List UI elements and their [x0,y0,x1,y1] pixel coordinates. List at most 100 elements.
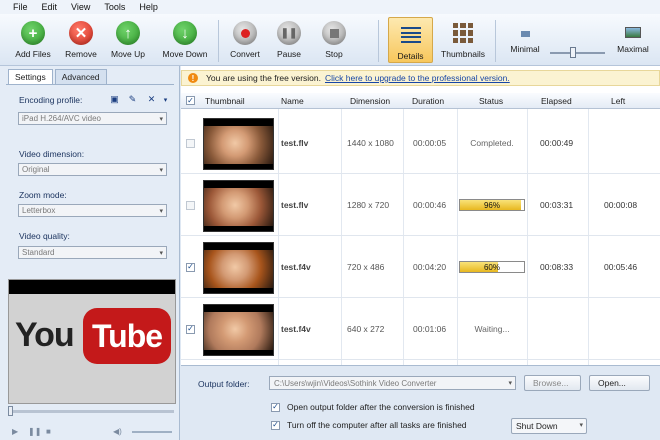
notice-text: You are using the free version. [206,73,321,83]
arrow-down-icon: ↓ [173,21,197,45]
col-name[interactable]: Name [281,96,304,106]
progress-text: 96% [483,200,500,210]
zoom-slider-thumb[interactable] [570,47,576,58]
menu-bar: File Edit View Tools Help [0,0,660,14]
chevron-down-icon: ▾ [159,250,163,257]
shutdown-checkbox[interactable]: ✓ [271,420,280,430]
list-icon [400,25,421,45]
row-duration: 00:01:06 [413,324,447,334]
save-icon[interactable]: ▣ [109,94,120,105]
chevron-down-icon: ▾ [508,380,512,387]
letterbox-bar [9,280,175,294]
upgrade-notice: ! You are using the free version. Click … [181,70,660,86]
video-thumbnail [203,304,274,356]
menu-help[interactable]: Help [139,2,158,12]
row-dimension: 640 x 272 [347,324,385,334]
pause-icon[interactable]: ❚❚ [28,427,41,436]
open-folder-checkbox[interactable]: ✓ [271,402,280,412]
col-status[interactable]: Status [479,96,503,106]
settings-tabs: Settings Advanced [8,69,107,84]
chevron-down-icon: ▾ [159,167,163,174]
shutdown-action-select[interactable]: Shut Down ▾ [511,418,587,434]
table-row[interactable]: ✓ test.f4v 720 x 486 00:04:20 60% 00:08:33 00:… [181,236,660,298]
row-checkbox[interactable] [186,112,195,174]
encoding-profile-select[interactable]: iPad H.264/AVC video ▾ [18,112,167,125]
toolbar-separator [495,20,496,62]
menu-tools[interactable]: Tools [104,2,125,12]
video-preview: You Tube [8,279,176,404]
pause-icon: ❚❚ [277,21,301,45]
move-down-button[interactable]: ↓ Move Down [159,16,211,59]
col-left[interactable]: Left [611,96,625,106]
edit-icon[interactable]: ✎ [127,94,138,105]
browse-button[interactable]: Browse... [524,375,581,391]
stop-icon [322,21,346,45]
seek-thumb[interactable] [8,406,13,416]
row-checkbox[interactable] [186,174,195,236]
chevron-down-icon: ▾ [159,208,163,215]
menu-view[interactable]: View [71,2,90,12]
col-thumbnail[interactable]: Thumbnail [205,96,245,106]
progress-text: 60% [483,262,500,272]
grid-icon [453,23,473,43]
zoom-slider-track[interactable] [550,52,605,54]
seek-bar[interactable] [8,410,174,413]
row-status: Waiting... [474,324,510,334]
convert-button[interactable]: Convert [225,16,265,59]
close-icon: ✕ [69,21,93,45]
small-screen-icon [520,31,530,37]
toolbar-separator [378,20,379,62]
volume-icon[interactable]: ◀) [113,427,122,436]
output-folder-select[interactable]: C:\Users\wjin\Videos\Sothink Video Conve… [269,376,516,390]
toolbar: + Add Files ✕ Remove ↑ Move Up ↓ Move Do… [0,14,660,66]
open-button[interactable]: Open... [589,375,650,391]
minimal-button[interactable]: Minimal [503,16,547,54]
row-checkbox[interactable]: ✓ [186,236,195,298]
menu-edit[interactable]: Edit [42,2,58,12]
play-icon[interactable]: ▶ [12,427,18,436]
row-elapsed: 00:03:31 [540,200,574,210]
remove-button[interactable]: ✕ Remove [61,16,101,59]
menu-file[interactable]: File [13,2,28,12]
maximal-button[interactable]: Maximal [612,16,654,54]
move-up-button[interactable]: ↑ Move Up [108,16,148,59]
video-dimension-select[interactable]: Original ▾ [18,163,167,176]
row-name: test.flv [281,200,309,210]
arrow-up-icon: ↑ [116,21,140,45]
details-view-button[interactable]: Details [388,17,433,63]
row-checkbox[interactable]: ✓ [186,298,195,360]
output-settings: Output folder: C:\Users\wjin\Videos\Soth… [181,365,660,440]
select-all-checkbox[interactable]: ✓ [186,96,195,105]
table-row[interactable]: test.flv 1440 x 1080 00:00:05 Completed. 00:… [181,112,660,174]
video-quality-select[interactable]: Standard ▾ [18,246,167,259]
col-duration[interactable]: Duration [412,96,444,106]
row-left: 00:05:46 [604,262,638,272]
pause-button[interactable]: ❚❚ Pause [270,16,308,59]
add-files-button[interactable]: + Add Files [13,16,53,59]
shutdown-option[interactable]: ✓ Turn off the computer after all tasks … [271,420,467,430]
chevron-down-icon[interactable]: ▾ [160,94,171,105]
row-duration: 00:00:05 [413,138,447,148]
volume-slider[interactable] [132,431,172,433]
zoom-mode-select[interactable]: Letterbox ▾ [18,204,167,217]
output-folder-label: Output folder: [198,379,250,389]
stop-button[interactable]: Stop [315,16,353,59]
col-elapsed[interactable]: Elapsed [541,96,572,106]
row-duration: 00:04:20 [413,262,447,272]
tab-advanced[interactable]: Advanced [54,69,107,84]
tab-settings[interactable]: Settings [8,69,53,84]
col-dimension[interactable]: Dimension [350,96,390,106]
delete-icon[interactable]: ✕ [146,94,157,105]
stop-icon[interactable]: ■ [46,427,51,436]
row-duration: 00:00:46 [413,200,447,210]
table-row[interactable]: test.flv 1280 x 720 00:00:46 96% 00:03:31 00:… [181,174,660,236]
video-thumbnail [203,242,274,294]
thumbnails-view-button[interactable]: Thumbnails [440,16,486,59]
upgrade-link[interactable]: Click here to upgrade to the professiona… [325,73,510,83]
file-list-panel: ! You are using the free version. Click … [181,66,660,440]
row-status: Completed. [470,138,514,148]
video-thumbnail [203,180,274,232]
row-progress-bar: 60% [459,261,525,273]
table-row[interactable]: ✓ test.f4v 640 x 272 00:01:06 Waiting... [181,298,660,360]
open-folder-option[interactable]: ✓ Open output folder after the conversio… [271,402,475,412]
